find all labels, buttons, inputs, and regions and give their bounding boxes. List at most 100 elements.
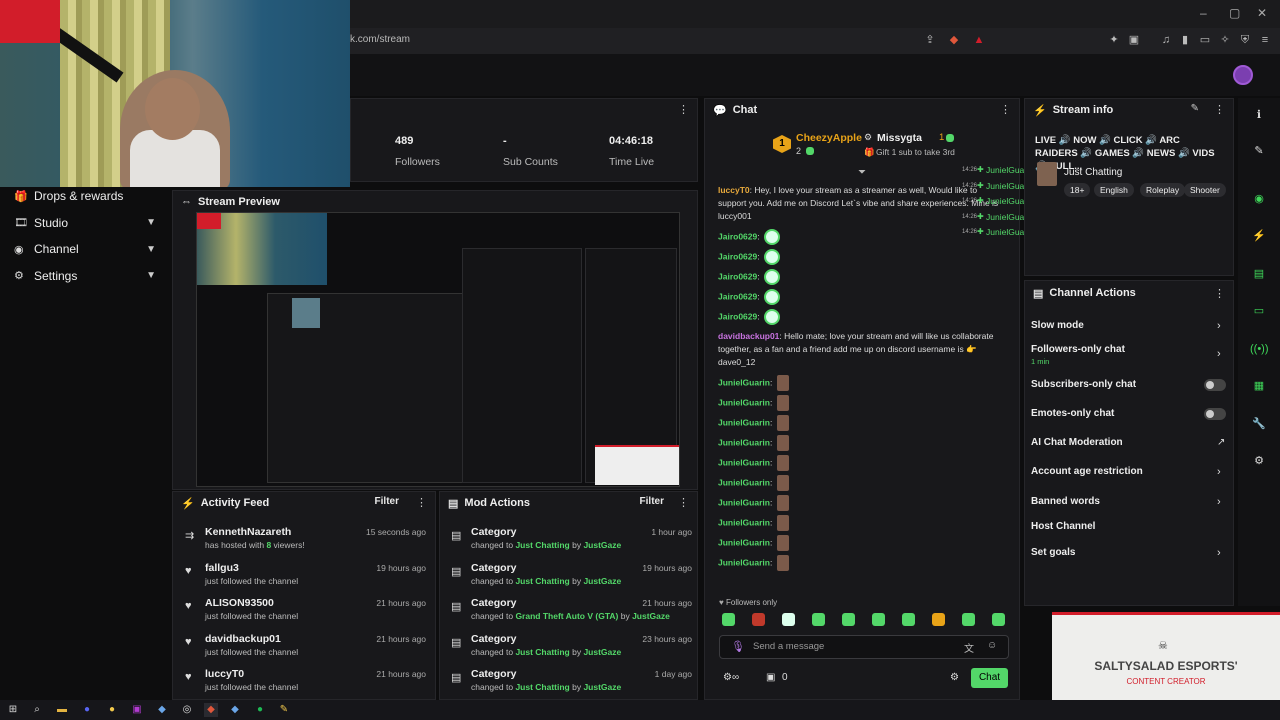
- channel-action-banned-words[interactable]: Banned words: [1031, 496, 1100, 507]
- chat-bubble-icon[interactable]: ▭: [1250, 302, 1268, 320]
- chat-username[interactable]: davidbackup01: [718, 331, 779, 341]
- leo-icon[interactable]: ✧: [1218, 33, 1232, 47]
- channel-action-account-age-restriction[interactable]: Account age restriction: [1031, 466, 1143, 477]
- sidebar-item-settings[interactable]: ⚙ Settings ▼: [0, 263, 170, 289]
- stream-tag[interactable]: English: [1094, 183, 1134, 197]
- sidebar-item-channel[interactable]: ◉ Channel ▼: [0, 236, 170, 262]
- file-explorer-icon[interactable]: ▬: [55, 703, 69, 717]
- chat-username[interactable]: JunielGuarin: [718, 417, 770, 427]
- channel-action-host-channel[interactable]: Host Channel: [1031, 521, 1095, 532]
- channel-action-followers-only-chat[interactable]: Followers-only chat: [1031, 344, 1125, 355]
- lightning-icon[interactable]: ⚡: [1250, 227, 1268, 245]
- chat-username[interactable]: JunielGuarin: [718, 457, 770, 467]
- chevron-right-icon[interactable]: ›: [1217, 466, 1221, 478]
- activity-user[interactable]: davidbackup01: [205, 633, 281, 645]
- chevron-right-icon[interactable]: ›: [1217, 496, 1221, 508]
- chat-username[interactable]: JunielGuarin: [718, 557, 770, 567]
- streamdeck-icon[interactable]: ◆: [228, 703, 242, 717]
- extensions-icon[interactable]: ✦: [1107, 33, 1121, 47]
- stream-tag[interactable]: Shooter: [1184, 183, 1226, 197]
- chat-more-icon[interactable]: ⋮: [1000, 103, 1011, 116]
- chat-username[interactable]: JunielGuarin: [718, 437, 770, 447]
- points-icon[interactable]: ⚙∞: [723, 672, 739, 683]
- document-icon[interactable]: ▤: [1250, 265, 1268, 283]
- sidebar-item-drops[interactable]: 🎁 Drops & rewards: [0, 183, 170, 209]
- external-link-icon[interactable]: ↗: [1217, 437, 1225, 448]
- chat-username[interactable]: JunielGuarin: [718, 537, 770, 547]
- chat-username[interactable]: JunielGuarin: [718, 477, 770, 487]
- chat-username[interactable]: JunielGuarin: [718, 377, 770, 387]
- chat-username[interactable]: Jairo0629: [718, 311, 757, 321]
- chevron-down-icon[interactable]: ▼: [146, 244, 156, 255]
- channel-action-ai-chat-moderation[interactable]: AI Chat Moderation: [1031, 437, 1123, 448]
- stream-preview-video[interactable]: [196, 212, 680, 487]
- second-gifter-name[interactable]: Missygta: [877, 132, 922, 144]
- emote-icon[interactable]: [992, 613, 1005, 626]
- wallet-icon[interactable]: ▭: [1198, 33, 1212, 47]
- activity-filter-button[interactable]: Filter: [375, 496, 399, 507]
- activity-user[interactable]: KennethNazareth: [205, 526, 291, 538]
- toggle-switch[interactable]: [1204, 379, 1226, 391]
- translate-icon[interactable]: 文: [964, 640, 974, 655]
- obs-icon[interactable]: ◎: [180, 703, 194, 717]
- chevron-down-icon[interactable]: ▼: [146, 217, 156, 228]
- pin-collapse-icon[interactable]: ⏷: [858, 167, 866, 178]
- avatar[interactable]: [1233, 65, 1253, 85]
- activity-user[interactable]: ALISON93500: [205, 597, 274, 609]
- pen-tool-icon[interactable]: ✎: [277, 703, 291, 717]
- maximize-icon[interactable]: ▢: [1229, 6, 1240, 20]
- top-gifter-name[interactable]: CheezyApple: [796, 132, 862, 144]
- spotify-icon[interactable]: ●: [253, 703, 267, 717]
- vpn-icon[interactable]: ⛨: [1238, 33, 1252, 47]
- discord-icon[interactable]: ●: [80, 703, 94, 717]
- windows-start-icon[interactable]: ⊞: [6, 703, 20, 717]
- music-icon[interactable]: ♫: [1159, 33, 1173, 47]
- channel-action-set-goals[interactable]: Set goals: [1031, 547, 1075, 558]
- pen-icon[interactable]: ✎: [1250, 142, 1268, 160]
- sidebar-item-studio[interactable]: 🎞 Studio ▼: [0, 210, 170, 236]
- activity-user[interactable]: fallgu3: [205, 562, 239, 574]
- mod-filter-button[interactable]: Filter: [640, 496, 664, 507]
- brave-shield-icon[interactable]: ◆: [947, 33, 961, 47]
- edit-icon[interactable]: ✎: [1191, 103, 1199, 114]
- emote-icon[interactable]: [932, 613, 945, 626]
- chat-username[interactable]: JunielGuarin: [718, 517, 770, 527]
- chat-username[interactable]: Jairo0629: [718, 291, 757, 301]
- more-icon[interactable]: ⋮: [678, 103, 689, 116]
- chrome-icon[interactable]: ●: [105, 703, 119, 717]
- channel-action-slow-mode[interactable]: Slow mode: [1031, 320, 1084, 331]
- broadcast-icon[interactable]: ((•)): [1250, 340, 1269, 358]
- channel-action-subscribers-only-chat[interactable]: Subscribers-only chat: [1031, 379, 1136, 390]
- chest-icon[interactable]: ▣: [766, 672, 775, 683]
- screenshot-icon[interactable]: ▣: [1127, 33, 1141, 47]
- chat-username[interactable]: Jairo0629: [718, 231, 757, 241]
- emote-icon[interactable]: [752, 613, 765, 626]
- rewards-icon[interactable]: ▲: [972, 33, 986, 47]
- activity-user[interactable]: luccyT0: [205, 668, 244, 680]
- emote-icon[interactable]: [782, 613, 795, 626]
- minimize-icon[interactable]: –: [1200, 6, 1207, 20]
- toggle-switch[interactable]: [1204, 408, 1226, 420]
- wrench-icon[interactable]: 🔧: [1250, 415, 1268, 433]
- chat-settings-icon[interactable]: ⚙: [950, 672, 959, 683]
- share-icon[interactable]: ⇪: [923, 33, 937, 47]
- chat-username[interactable]: JunielGuarin: [718, 497, 770, 507]
- activity-more-icon[interactable]: ⋮: [416, 496, 427, 509]
- emote-icon[interactable]: [812, 613, 825, 626]
- chat-username[interactable]: Jairo0629: [718, 251, 757, 261]
- channel-action-emotes-only-chat[interactable]: Emotes-only chat: [1031, 408, 1114, 419]
- emote-icon[interactable]: [842, 613, 855, 626]
- emoji-icon[interactable]: ☺: [987, 640, 997, 651]
- chevron-down-icon[interactable]: ▼: [146, 270, 156, 281]
- emote-icon[interactable]: [902, 613, 915, 626]
- search-icon[interactable]: ⌕: [30, 703, 44, 717]
- chevron-right-icon[interactable]: ›: [1217, 320, 1221, 332]
- close-icon[interactable]: ✕: [1257, 6, 1267, 20]
- steam-icon[interactable]: ◆: [155, 703, 169, 717]
- stream-info-more-icon[interactable]: ⋮: [1214, 103, 1225, 116]
- url-text[interactable]: ck.com/stream: [345, 34, 410, 45]
- keyboard-icon[interactable]: ▦: [1250, 377, 1268, 395]
- camera-icon[interactable]: ◉: [1250, 190, 1268, 208]
- emote-icon[interactable]: [872, 613, 885, 626]
- info-icon[interactable]: ℹ: [1250, 106, 1268, 124]
